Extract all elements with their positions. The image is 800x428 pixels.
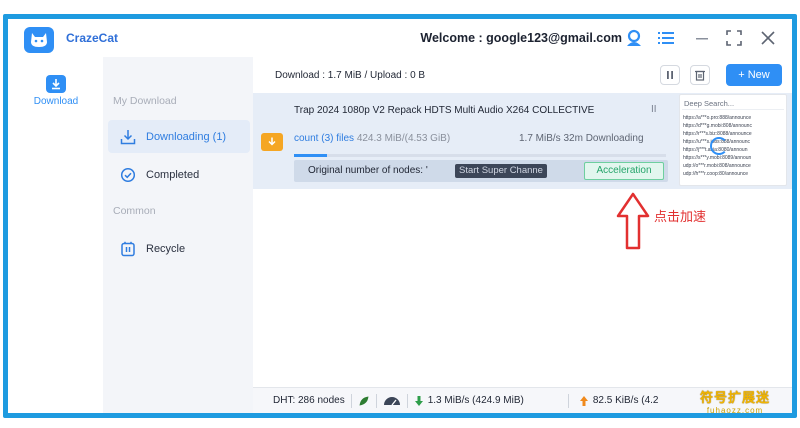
task-speed-info: 1.7 MiB/s 32m Downloading [519, 133, 644, 144]
new-task-button[interactable]: + New [726, 64, 782, 86]
divider [567, 393, 569, 408]
task-state: Downloading [585, 133, 644, 144]
check-circle-icon [120, 167, 136, 182]
watermark-url: fuhaozz.com [706, 406, 764, 415]
pause-all-button[interactable] [660, 65, 680, 85]
speedometer-icon[interactable] [383, 395, 401, 407]
super-channel-chip[interactable]: Start Super Channe [455, 164, 547, 178]
acceleration-bar: Original number of nodes: ' Start Super … [294, 160, 668, 182]
watermark: 符号扩展迷 fuhaozz.com [700, 387, 770, 415]
red-annotation-arrow-icon [616, 192, 650, 250]
task-progress-bar [294, 154, 666, 157]
deep-search-input[interactable]: Deep Search... [682, 98, 784, 110]
sidebar: My Download Downloading (1) Completed Co… [103, 57, 253, 413]
task-files-info: count (3) files 424.3 MiB/(4.53 GiB) [294, 133, 450, 144]
toolbar: Download : 1.7 MiB / Upload : 0 B + New [253, 57, 792, 93]
rail-download-label: Download [33, 96, 79, 107]
sidebar-item-recycle[interactable]: Recycle [108, 232, 250, 265]
annotation-note: 点击加速 [654, 209, 707, 224]
cat-logo-icon [24, 27, 54, 53]
files-count[interactable]: count (3) files [294, 133, 354, 144]
divider [375, 393, 377, 408]
tracker-line: https://d***g.mobi:808/announc [683, 123, 752, 129]
folder-icon[interactable] [261, 133, 283, 151]
upload-speed: 82.5 KiB/s (4.2 [592, 395, 659, 406]
tracker-line: https://a***o.pro:888/announce [683, 115, 752, 121]
tracker-line: https://u***s.jobs:888/announc [683, 139, 750, 145]
title-bar: CrazeCat Welcome : google123@gmail.com [8, 19, 792, 57]
sidebar-item-label: Downloading (1) [146, 130, 227, 143]
download-speed: 1.3 MiB/s (424.9 MiB) [427, 395, 524, 406]
maximize-icon[interactable] [724, 28, 744, 48]
task-pause-button[interactable]: II [651, 104, 657, 115]
download-tray-icon [120, 129, 136, 144]
task-size: 424.3 MiB/(4.53 GiB) [356, 133, 451, 144]
pause-icon [667, 71, 673, 79]
divider [350, 393, 352, 408]
trash-icon [121, 241, 135, 256]
task-progress-fill [294, 154, 328, 157]
tracker-line: https://j***t.asia:8080/announ [683, 147, 748, 153]
close-icon[interactable] [758, 28, 778, 48]
nodes-label: Original number of nodes: ' [308, 165, 428, 176]
user-icon[interactable] [624, 28, 644, 48]
welcome-text: Welcome : google123@gmail.com [420, 31, 622, 45]
section-my-download: My Download [113, 95, 177, 107]
watermark-title: 符号扩展迷 [700, 390, 771, 405]
sidebar-item-downloading[interactable]: Downloading (1) [108, 120, 250, 153]
sidebar-item-label: Completed [146, 168, 200, 181]
leaf-icon[interactable] [358, 395, 370, 407]
menu-list-icon[interactable] [656, 28, 676, 48]
sidebar-item-label: Recycle [146, 242, 186, 255]
tracker-line: udp://h***r.coop:80/announce [683, 171, 749, 177]
left-rail: Download [8, 57, 103, 413]
arrow-down-icon [414, 395, 423, 406]
tracker-line: udp://o***r.mobi:808/announce [683, 163, 751, 169]
app-name: CrazeCat [66, 31, 119, 45]
delete-button[interactable] [690, 65, 710, 85]
dht-nodes: DHT: 286 nodes [273, 395, 345, 406]
task-eta: 32m [563, 133, 583, 144]
minimize-icon[interactable] [692, 28, 712, 48]
sidebar-item-completed[interactable]: Completed [108, 158, 250, 191]
main-panel: Download : 1.7 MiB / Upload : 0 B + New … [253, 57, 792, 413]
divider [406, 393, 408, 408]
rail-download[interactable]: Download [24, 75, 88, 107]
loading-spinner-icon [710, 137, 728, 155]
task-speed: 1.7 MiB/s [519, 133, 561, 144]
task-title: Trap 2024 1080p V2 Repack HDTS Multi Aud… [294, 105, 595, 116]
download-icon [46, 75, 66, 93]
transfer-stats: Download : 1.7 MiB / Upload : 0 B [275, 70, 426, 81]
tracker-line: https://s***y.mobi:8089/announ [683, 155, 752, 161]
deep-search-panel: Deep Search... https://a***o.pro:888/ann… [679, 94, 787, 186]
arrow-up-icon [579, 395, 588, 406]
tracker-line: https://r***s.biz:8088/announce [683, 131, 752, 137]
acceleration-button[interactable]: Acceleration [584, 162, 664, 180]
trash-icon [695, 70, 705, 81]
section-common: Common [113, 205, 156, 217]
